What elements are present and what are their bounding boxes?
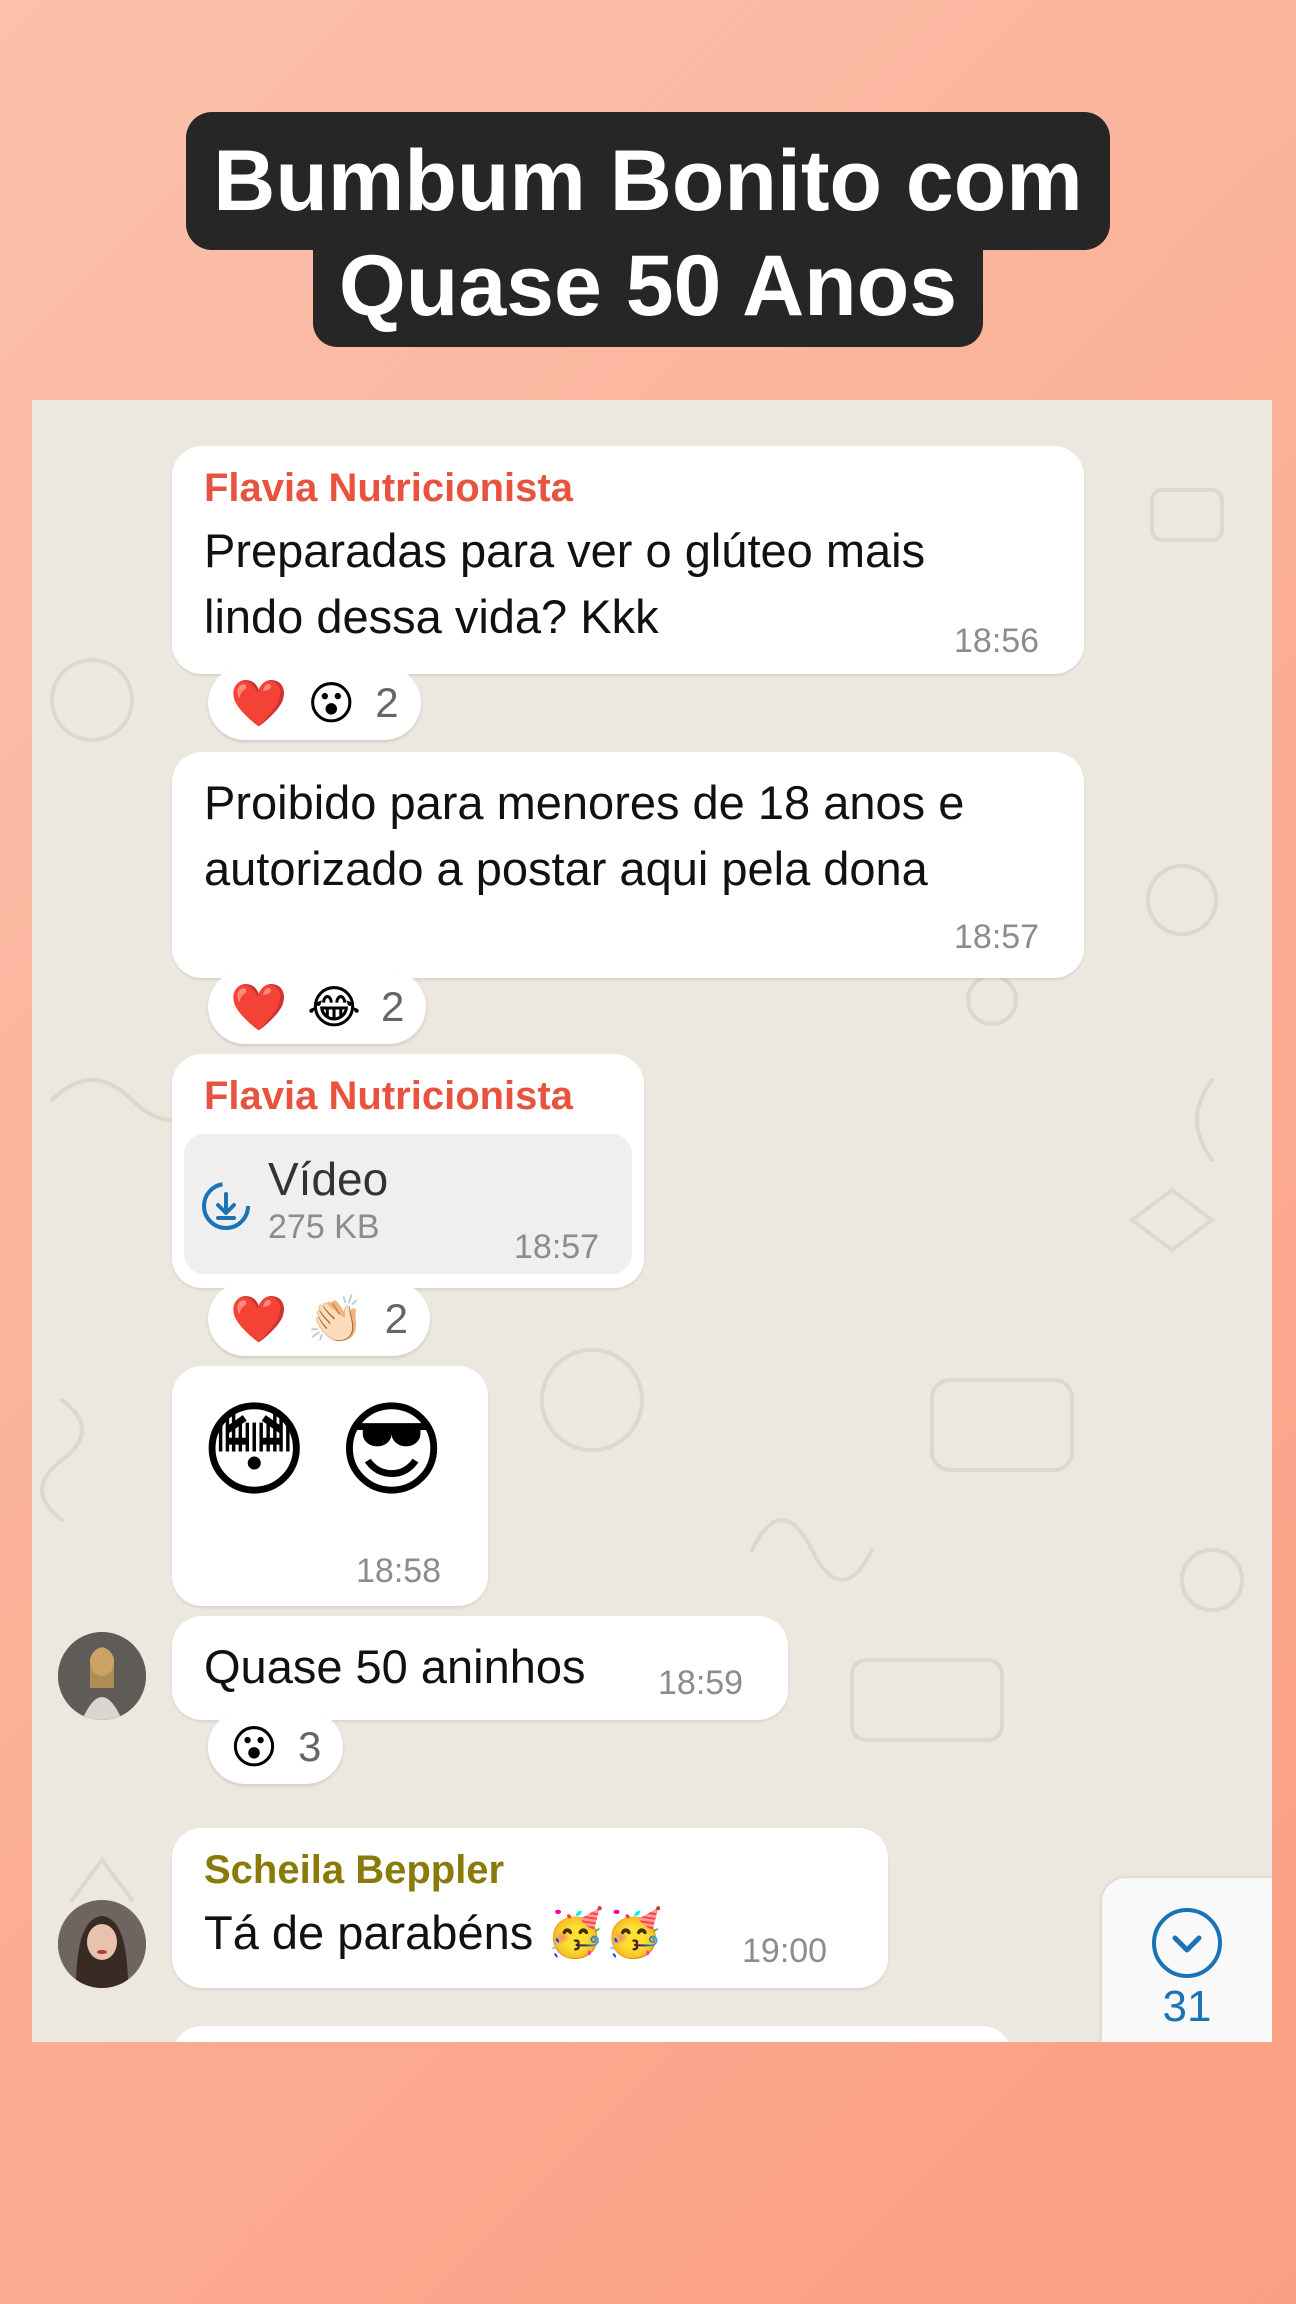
message-bubble[interactable]: Flavia Nutricionista Preparadas para ver… [172, 446, 1084, 674]
chevron-down-icon [1152, 1908, 1222, 1978]
clapping-emoji: 👏🏻 [307, 1292, 365, 1345]
message-time: 18:57 [954, 918, 1040, 956]
message-bubble[interactable] [172, 2026, 1012, 2042]
message-text: Proibido para menores de 18 anos e [204, 776, 965, 829]
avatar-image [58, 1900, 146, 1988]
message-text: Preparadas para ver o glúteo mais [204, 524, 926, 577]
scroll-to-bottom-button[interactable]: 31 [1102, 1878, 1272, 2042]
surprised-emoji: 😮 [307, 677, 356, 729]
message-bubble[interactable]: Scheila Beppler Tá de parabéns 🥳🥳 19:00 [172, 1828, 888, 1988]
message-text: lindo dessa vida? Kkk [204, 590, 659, 643]
reaction-count: 3 [297, 1723, 322, 1770]
reaction-pill[interactable]: ❤️ 👏🏻 2 [208, 1282, 430, 1356]
message-time: 18:56 [954, 622, 1040, 660]
heart-emoji: ❤️ [230, 676, 288, 729]
video-message-bubble[interactable]: Flavia Nutricionista Vídeo 275 KB 18:57 [172, 1054, 644, 1288]
message-text: autorizado a postar aqui pela dona [204, 842, 928, 895]
message-time: 18:59 [658, 1664, 744, 1702]
avatar-image [58, 1632, 146, 1720]
video-label: Vídeo [268, 1153, 389, 1205]
message-bubble[interactable]: Quase 50 aninhos 18:59 [172, 1616, 788, 1720]
surprised-emoji: 😮 [230, 1721, 278, 1773]
unread-count: 31 [1162, 1982, 1212, 2031]
video-caption-overlay: Bumbum Bonito com Quase 50 Anos [0, 0, 1296, 400]
video-size: 275 KB [268, 1208, 380, 1246]
message-text: Tá de parabéns 🥳🥳 [204, 1906, 664, 1959]
avatar[interactable] [58, 1632, 146, 1720]
video-attachment[interactable]: Vídeo 275 KB 18:57 [184, 1134, 632, 1274]
message-time: 18:57 [514, 1228, 600, 1266]
reaction-pill[interactable]: ❤️ 😮 2 [208, 666, 421, 740]
heart-emoji: ❤️ [230, 1292, 288, 1345]
emoji-message-bubble[interactable]: 😳 😎 18:58 [172, 1366, 488, 1606]
sender-name[interactable]: Flavia Nutricionista [204, 466, 573, 511]
reaction-count: 2 [384, 1295, 408, 1342]
sender-name[interactable]: Flavia Nutricionista [204, 1074, 573, 1119]
emoji-text: 😳 😎 [200, 1393, 446, 1509]
reaction-count: 2 [381, 983, 405, 1030]
message-time: 18:58 [356, 1552, 442, 1590]
heart-emoji: ❤️ [230, 980, 288, 1033]
caption-line-1: Bumbum Bonito com [186, 112, 1110, 250]
chat-area[interactable]: Flavia Nutricionista Preparadas para ver… [32, 400, 1272, 2042]
message-bubble[interactable]: Proibido para menores de 18 anos e autor… [172, 752, 1084, 978]
reaction-pill[interactable]: ❤️ 😂 2 [208, 970, 427, 1044]
reaction-count: 2 [375, 679, 399, 726]
avatar[interactable] [58, 1900, 146, 1988]
reaction-pill[interactable]: 😮 3 [208, 1710, 344, 1784]
message-text: Quase 50 aninhos [204, 1640, 586, 1693]
message-time: 19:00 [742, 1932, 828, 1970]
laughing-emoji: 😂 [307, 981, 362, 1033]
download-icon[interactable] [200, 1180, 252, 1232]
sender-name[interactable]: Scheila Beppler [204, 1848, 504, 1893]
caption-line-2: Quase 50 Anos [313, 236, 983, 347]
